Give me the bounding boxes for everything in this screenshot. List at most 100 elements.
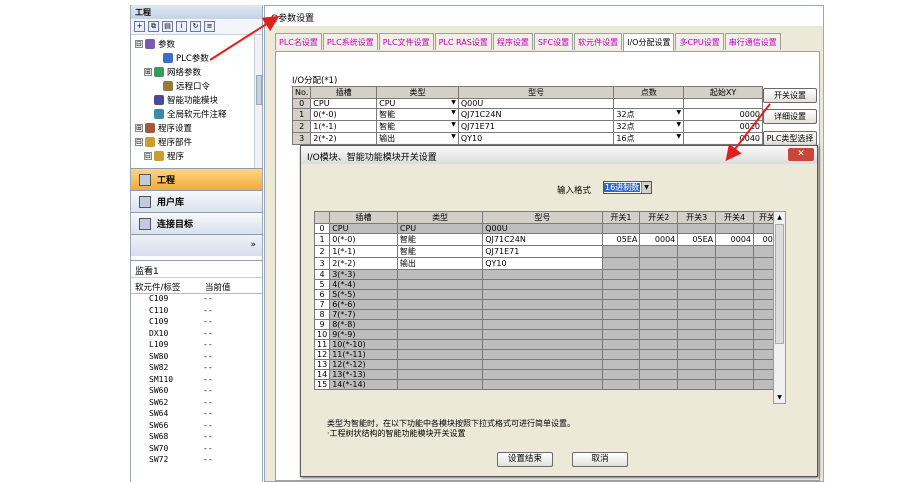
io-cell[interactable]: Q00U (457, 98, 615, 109)
chevron-down-icon[interactable]: ▼ (451, 133, 456, 140)
io-cell[interactable]: 输出 ▼ (376, 132, 459, 145)
io-row[interactable]: 3 2(*-2) 输出 ▼ QY10 16点 ▼ 0040 (291, 132, 763, 145)
chevron-down-icon[interactable]: ▼ (451, 109, 456, 116)
monitor-row[interactable]: SW68 -- (131, 432, 262, 444)
tree-item[interactable]: ⊟ 程序部件 (131, 135, 262, 149)
io-cell[interactable]: 0(*-0) (310, 108, 378, 121)
monitor-row[interactable]: SW64 -- (131, 409, 262, 421)
chevron-down-icon[interactable]: ▼ (451, 99, 456, 106)
scroll-up-icon[interactable]: ▲ (774, 212, 785, 223)
tree-item[interactable]: 全局软元件注释 (131, 107, 262, 121)
switch-row[interactable]: 7 6(*-6) (313, 299, 786, 310)
io-row[interactable]: 0 CPU CPU ▼ Q00U (291, 98, 763, 109)
tab-item[interactable]: 程序设置 (492, 33, 533, 50)
io-cell[interactable]: 智能 ▼ (376, 120, 459, 133)
chevron-down-icon[interactable]: ▼ (451, 121, 456, 128)
switch-setting-button[interactable]: 开关设置 (763, 88, 817, 103)
new-item-icon[interactable]: + (134, 21, 145, 32)
expand-toggle-icon[interactable]: ⊞ (144, 68, 152, 76)
monitor-row[interactable]: C109 -- (131, 294, 262, 306)
io-cell[interactable]: 16点 ▼ (613, 132, 685, 145)
tab-item[interactable]: I/O分配设置 (623, 33, 675, 51)
chevron-down-icon[interactable]: ▼ (677, 109, 682, 116)
switch-value-cell[interactable]: 0004 (639, 233, 679, 246)
nav-button[interactable]: 工程 (131, 168, 262, 190)
monitor-row[interactable]: SW60 -- (131, 386, 262, 398)
tab-item[interactable]: SFC设置 (533, 33, 574, 50)
io-cell[interactable]: 32点 ▼ (613, 108, 685, 121)
monitor-row[interactable]: C109 -- (131, 317, 262, 329)
tab-item[interactable]: 软元件设置 (574, 33, 623, 50)
io-cell[interactable]: 0040 (683, 132, 763, 145)
io-cell[interactable]: 0000 (683, 108, 763, 121)
io-row[interactable]: 2 1(*-1) 智能 ▼ QJ71E71 32点 ▼ 0020 (291, 120, 763, 133)
monitor-row[interactable]: SW62 -- (131, 398, 262, 410)
info-icon[interactable]: i (176, 21, 187, 32)
close-icon[interactable]: ✕ (788, 148, 814, 161)
tab-item[interactable]: PLC文件设置 (378, 33, 434, 50)
tree-item[interactable]: 远程口令 (131, 79, 262, 93)
scroll-down-icon[interactable]: ▼ (774, 392, 785, 403)
nav-button[interactable]: 用户库 (131, 190, 262, 212)
switch-row[interactable]: 10(*-0)智能QJ71C24N05EA000405EA00040000 (313, 233, 786, 246)
settings-done-button[interactable]: 设置结束 (497, 452, 553, 467)
tree-item[interactable]: ⊞ 程序设置 (131, 121, 262, 135)
io-cell[interactable] (683, 98, 763, 109)
tab-item[interactable]: PLC名设置 (275, 33, 322, 50)
switch-value-cell[interactable]: 05EA (601, 233, 641, 246)
switch-row[interactable]: 12 11(*-11) (313, 349, 786, 360)
io-cell[interactable]: 智能 ▼ (376, 108, 459, 121)
expand-toggle-icon[interactable]: ⊟ (144, 152, 152, 160)
copy-icon[interactable]: ⧉ (148, 21, 159, 32)
switch-value-cell[interactable]: 05EA (677, 233, 717, 246)
switch-row[interactable]: 10 9(*-9) (313, 329, 786, 340)
monitor-row[interactable]: SW72 -- (131, 455, 262, 467)
monitor-row[interactable]: C110 -- (131, 306, 262, 318)
expand-toggle-icon[interactable]: ⊟ (135, 138, 143, 146)
tab-item[interactable]: 串行通信设置 (724, 33, 781, 50)
switch-row[interactable]: 8 7(*-7) (313, 309, 786, 320)
switch-row[interactable]: 14 13(*-13) (313, 369, 786, 380)
switch-row[interactable]: 3 2(*-2) 输出 QY10 (313, 257, 786, 270)
input-format-select[interactable]: 16进制数 ▼ (603, 181, 652, 194)
switch-row[interactable]: 6 5(*-5) (313, 289, 786, 300)
switch-table-scrollbar[interactable]: ▲ ▼ (773, 211, 786, 404)
monitor-row[interactable]: SM110 -- (131, 375, 262, 387)
monitor-row[interactable]: SW66 -- (131, 421, 262, 433)
io-cell[interactable]: 1(*-1) (310, 120, 378, 133)
switch-row[interactable]: 13 12(*-12) (313, 359, 786, 370)
property-icon[interactable]: ≡ (204, 21, 215, 32)
tree-item[interactable]: 智能功能模块 (131, 93, 262, 107)
io-cell[interactable]: CPU (310, 98, 378, 109)
switch-row[interactable]: 11 10(*-10) (313, 339, 786, 350)
monitor-row[interactable]: SW80 -- (131, 352, 262, 364)
paste-icon[interactable]: ▤ (162, 21, 173, 32)
chevron-down-icon[interactable]: ▼ (677, 133, 682, 140)
nav-more-button[interactable]: » (131, 234, 262, 256)
tab-item[interactable]: PLC RAS设置 (434, 33, 492, 50)
monitor-row[interactable]: SW70 -- (131, 444, 262, 456)
tree-scrollbar[interactable] (254, 35, 262, 168)
switch-value-cell[interactable]: 0004 (715, 233, 755, 246)
expand-toggle-icon[interactable]: ⊞ (135, 124, 143, 132)
expand-toggle-icon[interactable]: ⊟ (135, 40, 143, 48)
tab-item[interactable]: PLC系统设置 (322, 33, 378, 50)
refresh-icon[interactable]: ↻ (190, 21, 201, 32)
chevron-down-icon[interactable]: ▼ (677, 121, 682, 128)
plc-type-select-button[interactable]: PLC类型选择 (763, 131, 817, 146)
nav-button[interactable]: 连接目标 (131, 212, 262, 234)
tab-item[interactable]: 多CPU设置 (675, 33, 724, 50)
switch-row[interactable]: 0 CPU CPU Q00U (313, 223, 786, 234)
tree-item[interactable]: PLC参数 (131, 51, 262, 65)
io-cell[interactable]: QJ71E71 (457, 120, 615, 133)
switch-row[interactable]: 9 8(*-8) (313, 319, 786, 330)
tree-item[interactable]: ⊞ 网络参数 (131, 65, 262, 79)
io-cell[interactable]: QY10 (457, 132, 615, 145)
tree-item[interactable]: ⊟ 程序 (131, 149, 262, 163)
io-cell[interactable] (613, 98, 685, 109)
io-cell[interactable]: 0020 (683, 120, 763, 133)
monitor-row[interactable]: SW82 -- (131, 363, 262, 375)
io-row[interactable]: 1 0(*-0) 智能 ▼ QJ71C24N 32点 ▼ 0000 (291, 108, 763, 121)
io-cell[interactable]: QJ71C24N (457, 108, 615, 121)
detail-setting-button[interactable]: 详细设置 (763, 109, 817, 124)
